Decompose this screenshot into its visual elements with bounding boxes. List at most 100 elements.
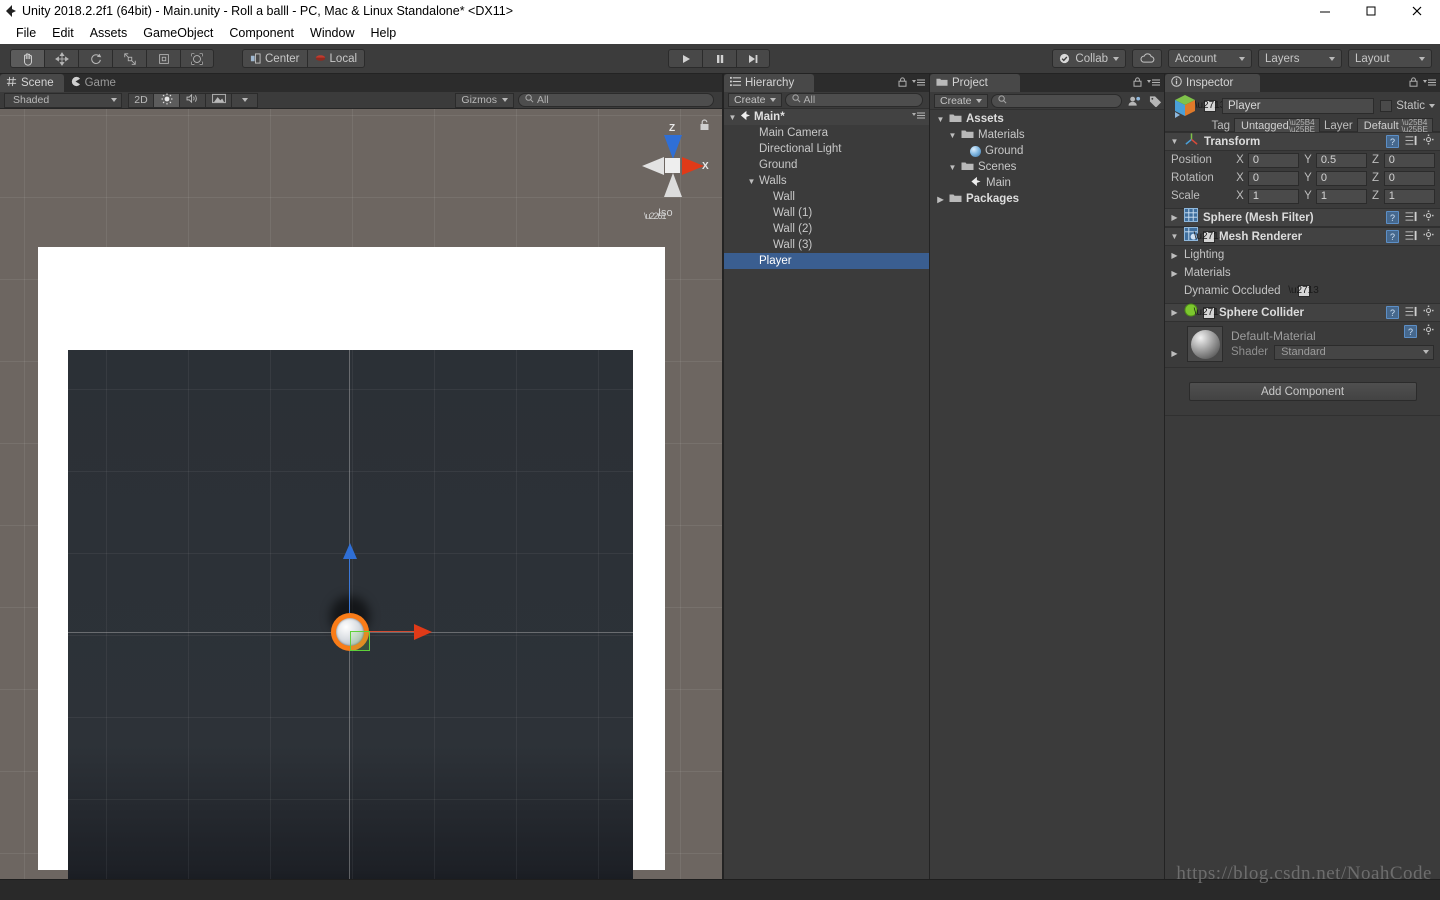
gameobject-name-field[interactable]: Player [1222,97,1375,114]
mesh-filter-component-header[interactable]: Sphere (Mesh Filter) ? [1165,208,1440,227]
hierarchy-item-player[interactable]: Player [724,253,929,269]
2d-toggle-button[interactable]: 2D [128,92,154,108]
minimize-button[interactable] [1302,0,1348,22]
play-button[interactable] [668,49,702,68]
collab-button[interactable]: Collab [1052,49,1126,68]
layers-dropdown[interactable]: Layers [1258,49,1342,68]
chevron-down-icon[interactable] [948,131,957,140]
tab-inspector[interactable]: Inspector [1165,74,1260,92]
project-menu-icon[interactable] [1147,78,1160,90]
menu-file[interactable]: File [8,22,44,44]
maximize-button[interactable] [1348,0,1394,22]
position-y-field[interactable]: 0.5 [1315,152,1368,168]
hierarchy-item-directional-light[interactable]: Directional Light [724,141,929,157]
dynamic-occluded-checkbox[interactable]: \u2713 [1288,285,1319,297]
help-icon[interactable]: ? [1386,135,1399,148]
mesh-renderer-materials-foldout[interactable]: Materials [1165,264,1440,282]
hand-tool-button[interactable] [10,49,44,68]
project-item-scenes[interactable]: Scenes [930,159,1164,175]
chevron-right-icon[interactable] [1170,308,1179,317]
chevron-down-icon[interactable] [747,177,756,186]
hierarchy-menu-icon[interactable] [912,78,925,90]
project-item-packages[interactable]: Packages [930,191,1164,207]
static-group[interactable]: Static [1380,99,1435,112]
pause-button[interactable] [702,49,736,68]
preset-icon[interactable] [1405,135,1417,149]
layout-dropdown[interactable]: Layout [1348,49,1432,68]
chevron-right-icon[interactable] [936,195,945,204]
tag-dropdown[interactable]: Untagged \u25B4 \u25BE [1234,118,1320,133]
hierarchy-item-main-camera[interactable]: Main Camera [724,125,929,141]
gear-icon[interactable] [1423,134,1435,149]
rotation-x-field[interactable]: 0 [1247,170,1300,186]
help-icon[interactable]: ? [1404,325,1417,338]
gear-icon[interactable] [1423,305,1435,320]
help-icon[interactable]: ? [1386,306,1399,319]
preset-icon[interactable] [1405,230,1417,244]
scene-context-menu-icon[interactable] [912,111,925,123]
preset-icon[interactable] [1405,211,1417,225]
project-item-main-scene[interactable]: Main [930,175,1164,191]
tab-project[interactable]: Project [930,74,1020,92]
transform-component-header[interactable]: Transform ? [1165,132,1440,151]
mesh-renderer-enabled-checkbox[interactable]: \u2713 [1194,230,1224,243]
menu-window[interactable]: Window [302,22,362,44]
divider-hierarchy-project[interactable] [929,74,930,879]
lock-icon[interactable] [898,77,907,90]
scale-tool-button[interactable] [112,49,146,68]
chevron-right-icon[interactable] [1170,269,1179,278]
menu-assets[interactable]: Assets [82,22,136,44]
hierarchy-item-ground[interactable]: Ground [724,157,929,173]
chevron-down-icon[interactable] [1170,137,1179,146]
gameobject-enabled-checkbox[interactable]: \u2713 [1195,99,1225,112]
move-gizmo-plane-handle[interactable] [350,631,370,651]
pivot-mode-button[interactable]: Center [242,49,307,68]
effects-toggle-button[interactable] [206,92,232,108]
menu-component[interactable]: Component [221,22,302,44]
sphere-collider-component-header[interactable]: \u2713 Sphere Collider ? [1165,303,1440,322]
gizmo-neg-z-cone[interactable] [664,173,682,197]
position-z-field[interactable]: 0 [1383,152,1435,168]
rotation-z-field[interactable]: 0 [1383,170,1435,186]
hierarchy-create-button[interactable]: Create [728,93,782,107]
audio-toggle-button[interactable] [180,92,206,108]
move-tool-button[interactable] [44,49,78,68]
scale-z-field[interactable]: 1 [1383,188,1435,204]
hierarchy-search-input[interactable]: All [784,93,923,107]
project-item-materials[interactable]: Materials [930,127,1164,143]
hierarchy-scene-root[interactable]: Main* [724,109,929,125]
effects-dropdown[interactable] [232,92,258,108]
project-create-button[interactable]: Create [934,93,988,108]
hierarchy-item-wall-1[interactable]: Wall (1) [724,205,929,221]
tab-hierarchy[interactable]: Hierarchy [724,74,814,92]
preset-icon[interactable] [1405,306,1417,320]
lock-icon[interactable] [1133,77,1142,90]
scene-viewport[interactable]: Z X \u2261 Iso [0,109,722,879]
close-button[interactable] [1394,0,1440,22]
project-item-assets[interactable]: Assets [930,111,1164,127]
material-preview[interactable] [1187,326,1223,362]
chevron-right-icon[interactable] [1170,251,1179,260]
shader-dropdown[interactable]: Standard [1274,344,1435,360]
move-gizmo-x-arrow[interactable] [414,624,432,640]
tab-scene[interactable]: Scene [0,74,64,92]
tab-game[interactable]: Game [63,74,126,92]
static-checkbox[interactable] [1380,99,1393,112]
gizmos-dropdown[interactable]: Gizmos [455,92,514,108]
gizmo-z-cone[interactable] [664,135,682,159]
add-component-button[interactable]: Add Component [1188,382,1417,401]
chevron-down-icon[interactable] [1429,103,1435,108]
gizmo-lock-icon[interactable] [699,119,710,134]
help-icon[interactable]: ? [1386,230,1399,243]
layer-dropdown[interactable]: Default \u25B4 \u25BE [1356,118,1433,133]
scale-y-field[interactable]: 1 [1315,188,1368,204]
inspector-menu-icon[interactable] [1423,78,1436,90]
draw-mode-dropdown[interactable]: Shaded [4,92,122,108]
rotation-y-field[interactable]: 0 [1315,170,1368,186]
mesh-renderer-component-header[interactable]: \u2713 Mesh Renderer ? [1165,227,1440,246]
divider-scene-hierarchy[interactable] [722,74,724,879]
menu-edit[interactable]: Edit [44,22,82,44]
sphere-collider-enabled-checkbox[interactable]: \u2713 [1194,306,1224,319]
chevron-right-icon[interactable] [1170,213,1179,222]
project-filter-type-icon[interactable] [1125,93,1143,108]
